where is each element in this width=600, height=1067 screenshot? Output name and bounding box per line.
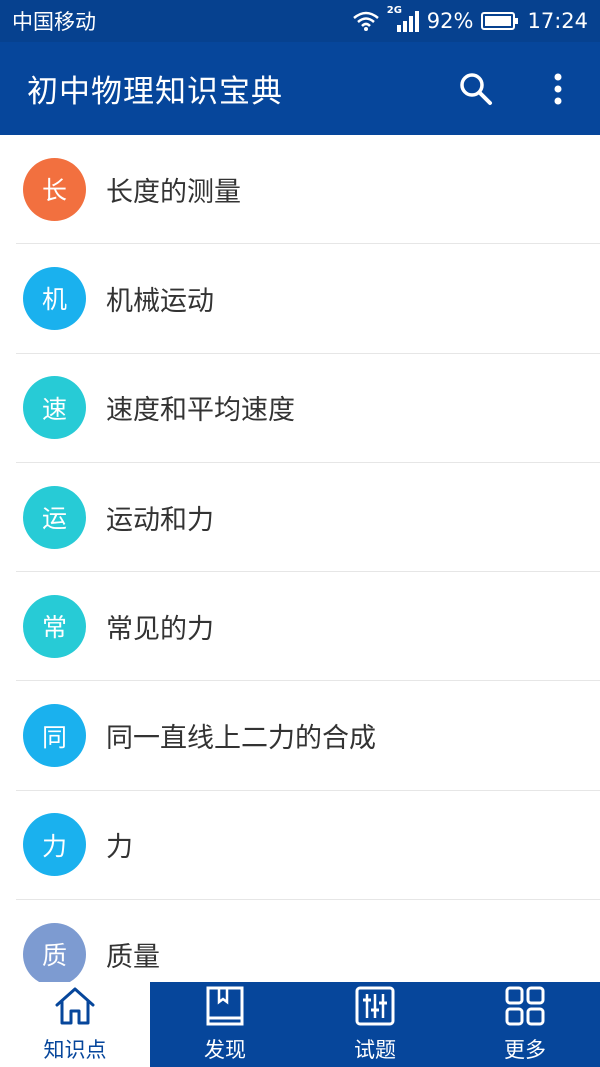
topic-avatar: 力	[23, 813, 86, 877]
topic-title: 质量	[106, 941, 160, 973]
topic-avatar: 机	[23, 266, 86, 330]
nav-item-questions[interactable]: 试题	[300, 982, 450, 1067]
list-item[interactable]: 力力	[16, 791, 600, 901]
sliders-icon	[355, 986, 395, 1026]
battery-level: 92%	[426, 9, 474, 33]
search-button[interactable]	[446, 59, 506, 119]
nav-item-more[interactable]: 更多	[450, 982, 600, 1067]
more-vert-icon	[554, 73, 562, 104]
nav-label: 发现	[204, 1038, 246, 1062]
nav-item-knowledge[interactable]: 知识点	[0, 982, 150, 1067]
topic-title: 运动和力	[106, 504, 214, 536]
nav-label: 试题	[354, 1038, 396, 1062]
battery-icon	[481, 11, 519, 31]
topic-title: 同一直线上二力的合成	[106, 723, 376, 755]
topic-title: 力	[106, 832, 133, 864]
status-icons: 2G 92% 17:24	[352, 5, 588, 33]
topic-avatar: 运	[23, 485, 86, 549]
list-item[interactable]: 机机械运动	[16, 244, 600, 354]
app-title: 初中物理知识宝典	[27, 74, 283, 110]
overflow-menu-button[interactable]	[528, 59, 588, 119]
clock: 17:24	[527, 9, 588, 33]
bottom-nav: 知识点 发现 试题 更多	[0, 982, 600, 1067]
nav-label: 更多	[504, 1038, 546, 1062]
nav-item-discover[interactable]: 发现	[150, 982, 300, 1067]
knowledge-list: 长长度的测量机机械运动速速度和平均速度运运动和力常常见的力同同一直线上二力的合成…	[0, 135, 600, 982]
carrier-name: 中国移动	[12, 10, 96, 34]
list-item[interactable]: 速速度和平均速度	[16, 354, 600, 463]
list-item[interactable]: 长长度的测量	[16, 135, 600, 245]
app-bar: 初中物理知识宝典	[0, 42, 600, 135]
topic-avatar: 常	[23, 594, 86, 658]
topic-avatar: 同	[23, 704, 86, 768]
topic-avatar: 长	[23, 157, 86, 221]
list-item[interactable]: 同同一直线上二力的合成	[16, 681, 600, 791]
grid-icon	[505, 986, 545, 1026]
status-bar: 中国移动 2G 92% 17:24	[0, 0, 600, 42]
signal-icon: 2G	[387, 5, 419, 33]
topic-title: 常见的力	[106, 613, 214, 645]
topic-title: 机械运动	[106, 285, 214, 317]
topic-avatar: 速	[23, 376, 86, 440]
book-icon	[206, 986, 244, 1026]
home-icon	[55, 987, 95, 1025]
search-icon	[460, 72, 492, 105]
wifi-icon	[352, 11, 379, 31]
list-item[interactable]: 质质量	[16, 900, 600, 982]
list-item[interactable]: 常常见的力	[16, 572, 600, 682]
topic-title: 速度和平均速度	[106, 395, 295, 427]
nav-label: 知识点	[43, 1038, 107, 1062]
topic-title: 长度的测量	[106, 176, 241, 208]
list-item[interactable]: 运运动和力	[16, 463, 600, 573]
topic-avatar: 质	[23, 922, 86, 982]
